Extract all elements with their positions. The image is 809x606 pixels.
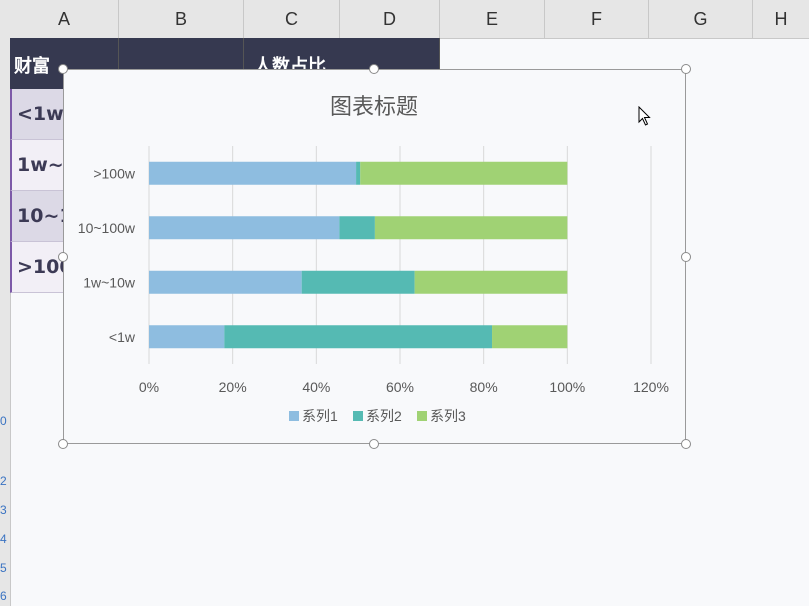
column-header-h[interactable]: H bbox=[753, 0, 809, 38]
bar-segment[interactable] bbox=[374, 216, 568, 240]
legend-label[interactable]: 系列3 bbox=[430, 408, 466, 424]
bar-segment[interactable] bbox=[149, 270, 302, 294]
x-tick-label: 120% bbox=[633, 379, 669, 395]
bar-segment[interactable] bbox=[149, 325, 225, 349]
row-number[interactable]: 2 bbox=[0, 474, 10, 488]
x-tick-label: 80% bbox=[470, 379, 498, 395]
column-header-e[interactable]: E bbox=[440, 0, 545, 38]
column-header-a[interactable]: A bbox=[10, 0, 119, 38]
bar-segment[interactable] bbox=[301, 270, 415, 294]
resize-handle-top-middle[interactable] bbox=[369, 64, 379, 74]
resize-handle-bottom-right[interactable] bbox=[681, 439, 691, 449]
resize-handle-top-right[interactable] bbox=[681, 64, 691, 74]
bar-segment[interactable] bbox=[149, 216, 340, 240]
x-tick-label: 0% bbox=[139, 379, 159, 395]
row-number[interactable]: 3 bbox=[0, 503, 10, 517]
resize-handle-top-left[interactable] bbox=[58, 64, 68, 74]
row-number[interactable]: 4 bbox=[0, 532, 10, 546]
bar-segment[interactable] bbox=[492, 325, 568, 349]
row-number[interactable]: 6 bbox=[0, 589, 10, 603]
x-tick-label: 40% bbox=[302, 379, 330, 395]
legend-swatch bbox=[417, 411, 427, 421]
x-tick-label: 20% bbox=[219, 379, 247, 395]
bar-segment[interactable] bbox=[360, 161, 568, 185]
column-header-row: A B C D E F G H bbox=[0, 0, 809, 39]
bar-segment[interactable] bbox=[339, 216, 375, 240]
bar-segment[interactable] bbox=[414, 270, 568, 294]
legend-label[interactable]: 系列2 bbox=[366, 408, 402, 424]
row-number[interactable]: 5 bbox=[0, 561, 10, 575]
row-number[interactable]: 0 bbox=[0, 414, 10, 428]
legend-swatch bbox=[353, 411, 363, 421]
column-header-g[interactable]: G bbox=[649, 0, 753, 38]
bar-segment[interactable] bbox=[356, 161, 361, 185]
y-tick-label: >100w bbox=[93, 165, 136, 181]
legend-label[interactable]: 系列1 bbox=[302, 408, 338, 424]
legend-swatch bbox=[289, 411, 299, 421]
resize-handle-middle-left[interactable] bbox=[58, 252, 68, 262]
resize-handle-middle-right[interactable] bbox=[681, 252, 691, 262]
mouse-cursor-icon bbox=[638, 106, 651, 126]
chart-title[interactable]: 图表标题 bbox=[330, 94, 418, 119]
column-header-c[interactable]: C bbox=[244, 0, 340, 38]
y-tick-label: 10~100w bbox=[78, 220, 136, 236]
resize-handle-bottom-left[interactable] bbox=[58, 439, 68, 449]
resize-handle-bottom-middle[interactable] bbox=[369, 439, 379, 449]
column-header-d[interactable]: D bbox=[340, 0, 440, 38]
bar-segment[interactable] bbox=[149, 161, 357, 185]
bar-segment[interactable] bbox=[224, 325, 493, 349]
bar-chart: 图表标题 0% 20% 40% 60% 80% 100% 120% <1w 1w~10w 10~1… bbox=[78, 94, 669, 424]
column-header-b[interactable]: B bbox=[119, 0, 244, 38]
column-header-f[interactable]: F bbox=[545, 0, 649, 38]
x-tick-label: 100% bbox=[549, 379, 585, 395]
y-tick-label: 1w~10w bbox=[83, 274, 136, 290]
x-tick-label: 60% bbox=[386, 379, 414, 395]
chart-area[interactable]: 图表标题 0% 20% 40% 60% 80% 100% 120% <1w 1w~10w 10~1… bbox=[63, 69, 686, 444]
y-tick-label: <1w bbox=[109, 329, 136, 345]
